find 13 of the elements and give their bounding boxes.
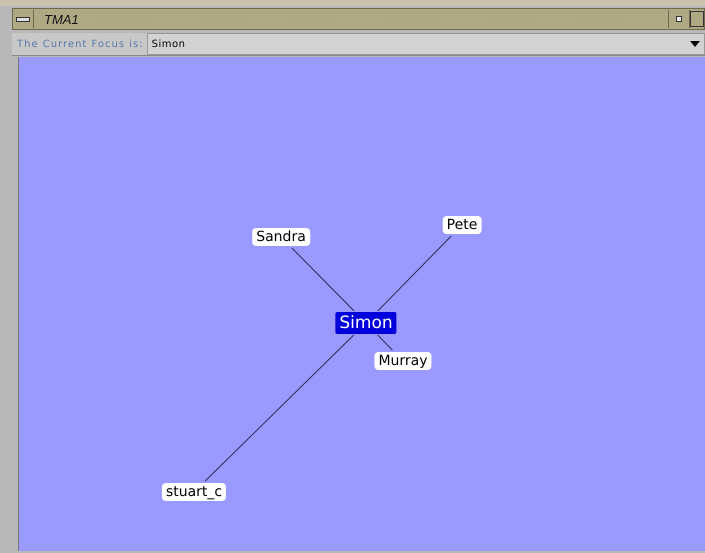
caret-icon <box>690 41 700 47</box>
maximize-button[interactable] <box>689 10 704 28</box>
focus-dropdown[interactable]: Simon <box>146 33 705 55</box>
window-title: TMA1 <box>44 12 79 26</box>
edge-line <box>291 248 355 312</box>
graph-node[interactable]: stuart_c <box>162 483 226 501</box>
window-menu-button[interactable] <box>13 10 34 28</box>
graph-node[interactable]: Murray <box>374 352 432 370</box>
graph-node[interactable]: Simon <box>335 312 397 334</box>
edge-line <box>377 334 393 350</box>
graph-node[interactable]: Sandra <box>252 228 310 246</box>
focus-label: The Current Focus is: <box>16 38 145 50</box>
graph-node[interactable]: Pete <box>442 216 482 234</box>
